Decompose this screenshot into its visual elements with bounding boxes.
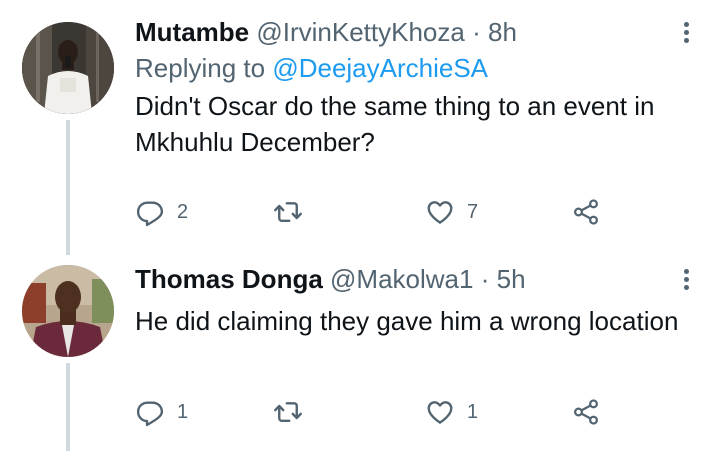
like-button[interactable]: 7 (425, 196, 478, 228)
user-handle[interactable]: @IrvinKettyKhoza (256, 17, 464, 47)
more-icon[interactable] (684, 22, 690, 44)
separator: · (472, 17, 481, 47)
replying-to: Replying to @DeejayArchieSA (135, 50, 680, 86)
tweet-content: Mutambe @IrvinKettyKhoza · 8h Replying t… (135, 14, 680, 160)
action-bar: 2 7 (135, 196, 615, 228)
retweet-icon (273, 197, 303, 227)
share-button[interactable] (571, 196, 601, 228)
timestamp[interactable]: 8h (488, 17, 517, 47)
share-button[interactable] (571, 396, 601, 428)
reply-count: 1 (177, 400, 189, 423)
reply-icon (135, 397, 165, 427)
reply-icon (135, 197, 165, 227)
avatar[interactable] (22, 265, 114, 357)
like-count: 1 (467, 400, 479, 423)
retweet-button[interactable] (273, 396, 315, 428)
reply-count: 2 (177, 200, 189, 223)
share-icon (571, 397, 601, 427)
more-icon[interactable] (684, 269, 690, 291)
display-name[interactable]: Thomas Donga (135, 264, 323, 294)
reply-button[interactable]: 1 (135, 396, 188, 428)
retweet-icon (273, 397, 303, 427)
reply-button[interactable]: 2 (135, 196, 188, 228)
like-count: 7 (467, 200, 479, 223)
tweet-text: He did claiming they gave him a wrong lo… (135, 306, 679, 336)
tweet[interactable]: Mutambe @IrvinKettyKhoza · 8h Replying t… (0, 0, 720, 255)
action-bar: 1 1 (135, 396, 615, 428)
avatar-photo (22, 265, 114, 357)
mention-link[interactable]: @DeejayArchieSA (272, 53, 488, 83)
tweet-text: Didn't Oscar do the same thing to an eve… (135, 91, 655, 157)
user-handle[interactable]: @Makolwa1 (330, 264, 473, 294)
share-icon (571, 197, 601, 227)
retweet-button[interactable] (273, 196, 315, 228)
avatar-photo (22, 22, 114, 114)
tweet-header: Mutambe @IrvinKettyKhoza · 8h (135, 14, 680, 50)
tweet-content: Thomas Donga @Makolwa1 · 5h He did claim… (135, 261, 680, 339)
heart-icon (425, 397, 455, 427)
display-name[interactable]: Mutambe (135, 17, 249, 47)
timestamp[interactable]: 5h (497, 264, 526, 294)
tweet-header: Thomas Donga @Makolwa1 · 5h (135, 261, 680, 297)
like-button[interactable]: 1 (425, 396, 478, 428)
avatar[interactable] (22, 22, 114, 114)
thread-line (66, 120, 70, 255)
thread-line (66, 363, 70, 451)
separator: · (480, 264, 490, 294)
heart-icon (425, 197, 455, 227)
tweet[interactable]: Thomas Donga @Makolwa1 · 5h He did claim… (0, 255, 720, 451)
replying-prefix: Replying to (135, 53, 266, 83)
